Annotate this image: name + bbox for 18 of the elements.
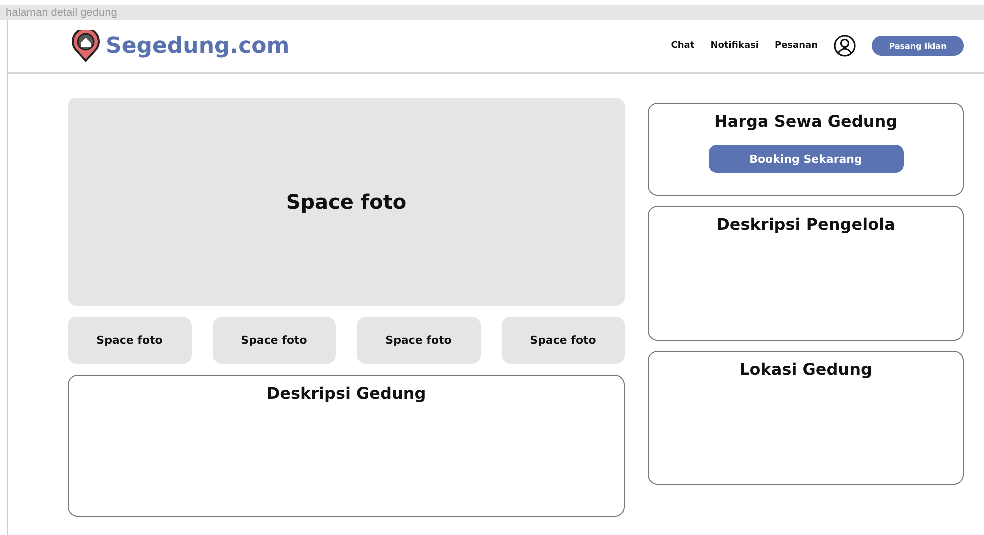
card-title: Deskripsi Gedung — [266, 384, 426, 403]
thumbnail-label: Space foto — [241, 334, 308, 347]
photo-label: Space foto — [286, 190, 407, 214]
booking-button[interactable]: Booking Sekarang — [708, 145, 904, 173]
nav-link[interactable]: Notifikasi — [710, 41, 759, 51]
card-title: Lokasi Gedung — [740, 360, 872, 379]
frame-title: halaman detail gedung — [5, 6, 118, 18]
thumbnail-label: Space foto — [386, 334, 452, 347]
card-title: Harga Sewa Gedung — [714, 112, 898, 131]
post-ad-button[interactable]: Pasang Iklan — [872, 36, 964, 56]
thumbnail-label: Space foto — [530, 334, 596, 347]
nav-link[interactable]: Pesanan — [774, 41, 818, 51]
brand-name: Segedung.com — [106, 34, 290, 58]
location-pin-house-icon — [70, 30, 102, 62]
thumbnail-label: Space foto — [96, 334, 163, 347]
user-icon[interactable] — [834, 35, 856, 57]
nav-link[interactable]: Chat — [671, 41, 695, 51]
card-title: Deskripsi Pengelola — [716, 215, 896, 234]
